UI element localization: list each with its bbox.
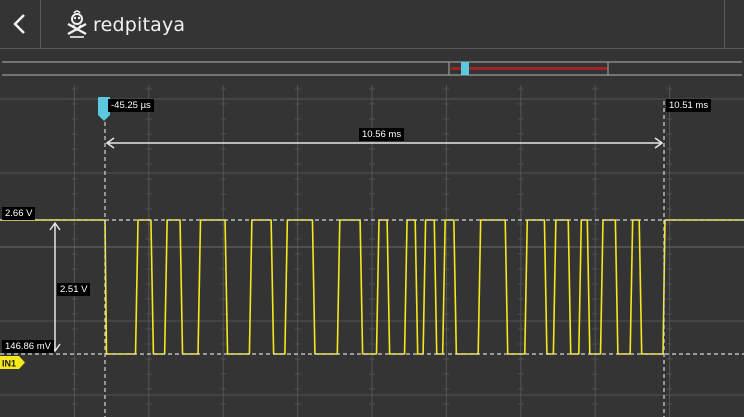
time-cursor-x2-label: 10.51 ms: [666, 99, 712, 112]
chevron-left-icon: [13, 14, 25, 34]
redpitaya-mascot-icon: [67, 10, 87, 38]
voltage-cursor-y1-label: 2.66 V: [2, 207, 36, 220]
buffer-navigation-bar[interactable]: [0, 55, 744, 85]
top-bar: redpitaya: [0, 0, 744, 49]
redpitaya-logo[interactable]: redpitaya: [64, 8, 185, 42]
header-divider: [40, 0, 41, 48]
voltage-cursor-y2-label: 146.86 mV: [2, 340, 54, 353]
logo-text: redpitaya: [93, 14, 186, 36]
channel-in1-label: IN1: [2, 359, 16, 369]
delta-voltage-label: 2.51 V: [57, 283, 91, 296]
delta-time-label: 10.56 ms: [359, 128, 405, 141]
trigger-position-marker[interactable]: [461, 62, 469, 75]
time-cursor-x1-label: -45.25 µs: [108, 99, 154, 112]
header-divider: [724, 0, 725, 48]
back-button[interactable]: [0, 0, 40, 48]
